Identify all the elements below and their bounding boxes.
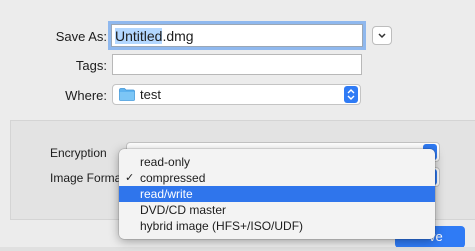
encryption-label: Encryption xyxy=(50,146,107,160)
save-as-label: Save As: xyxy=(55,29,107,44)
menu-item-label: DVD/CD master xyxy=(140,203,227,217)
where-value: test xyxy=(140,87,161,102)
menu-item-label: read-only xyxy=(140,155,191,169)
chevron-down-icon xyxy=(378,33,386,39)
menu-item-dvd-cd-master[interactable]: DVD/CD master xyxy=(119,202,435,218)
menu-item-read-write[interactable]: read/write xyxy=(119,186,435,202)
menu-item-compressed[interactable]: ✓ compressed xyxy=(119,170,435,186)
menu-item-label: compressed xyxy=(140,171,206,185)
menu-item-hybrid-image[interactable]: hybrid image (HFS+/ISO/UDF) xyxy=(119,218,435,234)
tags-label: Tags: xyxy=(75,58,107,73)
tags-field[interactable] xyxy=(112,54,362,75)
save-as-rest-text: .dmg xyxy=(162,28,194,44)
image-format-menu[interactable]: read-only ✓ compressed read/write DVD/CD… xyxy=(119,149,435,239)
expand-button[interactable] xyxy=(372,26,392,45)
save-as-text: Untitled.dmg xyxy=(115,28,194,45)
menu-item-label: hybrid image (HFS+/ISO/UDF) xyxy=(140,219,304,233)
up-down-chevron-icon xyxy=(347,89,355,100)
save-as-selected-text: Untitled xyxy=(115,28,163,44)
where-popup[interactable]: test xyxy=(112,84,361,105)
where-label: Where: xyxy=(65,88,107,103)
bottom-edge xyxy=(0,247,475,251)
save-as-field[interactable]: Untitled.dmg xyxy=(111,24,363,47)
folder-icon xyxy=(119,88,135,101)
menu-item-read-only[interactable]: read-only xyxy=(119,154,435,170)
menu-item-label: read/write xyxy=(140,187,193,201)
image-format-label: Image Forma xyxy=(50,171,122,185)
where-popup-arrows xyxy=(344,86,358,103)
checkmark-icon: ✓ xyxy=(125,172,135,184)
